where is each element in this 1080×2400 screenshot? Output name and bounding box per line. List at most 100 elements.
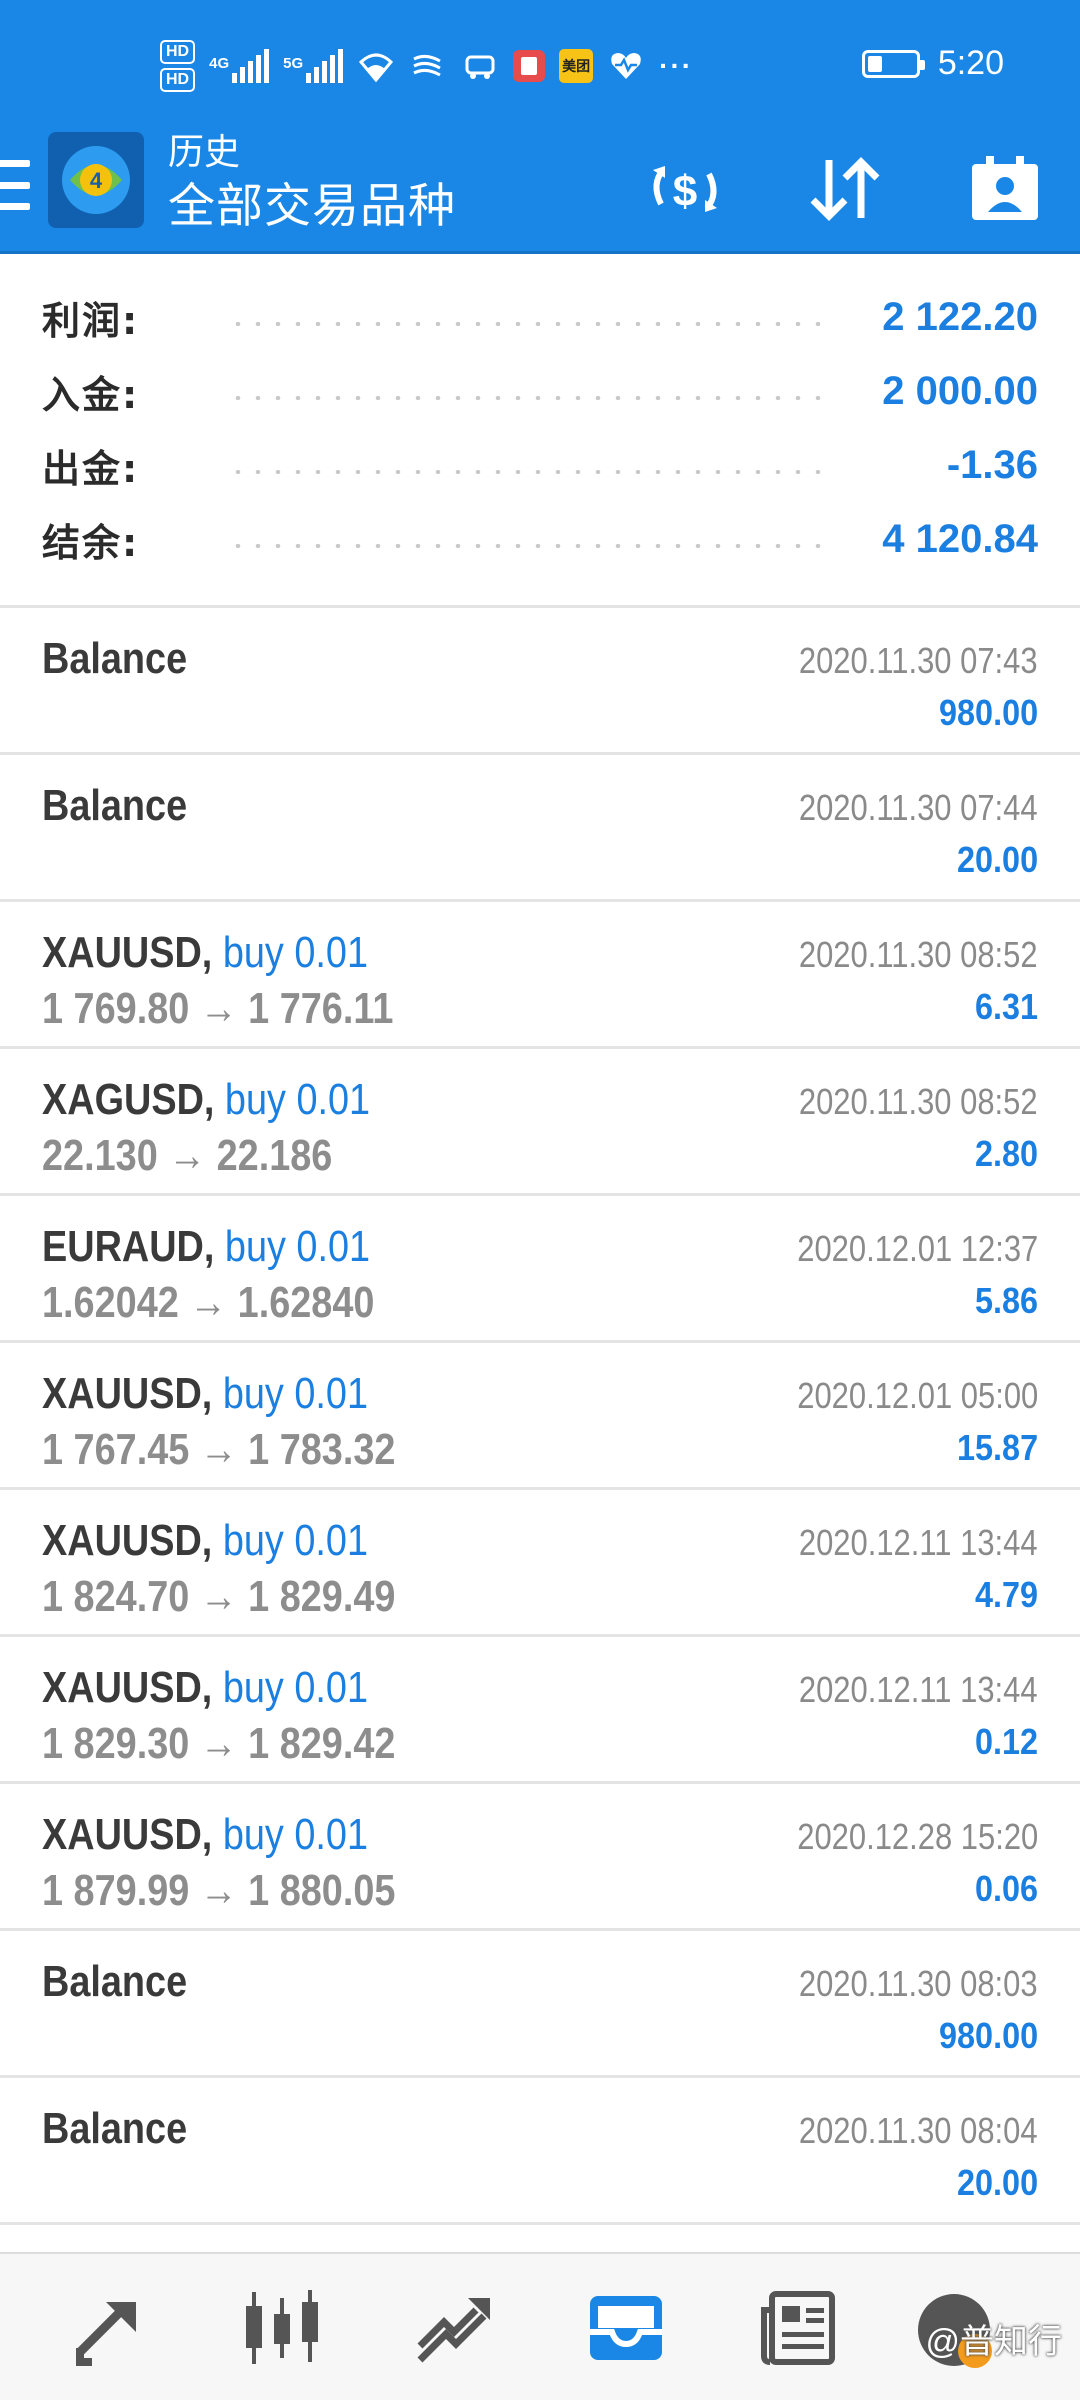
deposit-value: 2 000.00 bbox=[882, 368, 1038, 413]
history-row[interactable]: Balance 2020.11.30 07:44 20.00 bbox=[0, 755, 1080, 902]
balance-value: 4 120.84 bbox=[882, 516, 1038, 561]
signal-5g: 5G bbox=[283, 49, 344, 83]
metatrader-logo-icon[interactable]: 4 bbox=[48, 132, 144, 228]
price-range: 1 829.30 → 1 829.42 bbox=[42, 1719, 396, 1768]
withdrawal-label: 出金: bbox=[42, 446, 140, 491]
trade-side-volume: buy 0.01 bbox=[214, 1075, 371, 1124]
profit-amount: 4.79 bbox=[974, 1574, 1038, 1615]
row-title: XAGUSD, buy 0.01 bbox=[42, 1075, 370, 1125]
profit-value: 2 122.20 bbox=[882, 294, 1038, 339]
history-row[interactable]: XAUUSD, buy 0.01 1 879.99 → 1 880.05 2020.… bbox=[0, 1784, 1080, 1931]
history-row[interactable]: Balance 2020.11.30 08:03 980.00 bbox=[0, 1931, 1080, 2078]
price-range: 22.130 → 22.186 bbox=[42, 1131, 333, 1180]
price-range: 1 767.45 → 1 783.32 bbox=[42, 1425, 396, 1474]
history-row[interactable]: XAUUSD, buy 0.01 1 767.45 → 1 783.32 2020.… bbox=[0, 1343, 1080, 1490]
symbol-label: XAUUSD, bbox=[42, 1516, 213, 1565]
battery-level bbox=[867, 55, 882, 72]
reader-app-icon bbox=[513, 50, 546, 82]
history-icon[interactable] bbox=[576, 2280, 676, 2376]
timestamp: 2020.12.01 05:00 bbox=[796, 1375, 1038, 1416]
timestamp: 2020.12.01 12:37 bbox=[796, 1228, 1038, 1269]
signal-bars-icon bbox=[306, 49, 344, 83]
symbol-label: Balance bbox=[42, 2104, 188, 2153]
row-title: EURAUD, buy 0.01 bbox=[42, 1222, 370, 1272]
deposit-label: 入金: bbox=[42, 372, 140, 417]
leader-dots bbox=[228, 470, 832, 474]
news-icon[interactable] bbox=[748, 2280, 848, 2376]
profit-amount: 2.80 bbox=[974, 1133, 1038, 1174]
row-title: Balance bbox=[42, 781, 187, 831]
trade-side-volume: buy 0.01 bbox=[212, 1369, 368, 1418]
hotspot-icon bbox=[409, 47, 447, 85]
quotes-icon[interactable] bbox=[60, 2280, 160, 2376]
trade-icon[interactable] bbox=[404, 2280, 504, 2376]
status-right: 5:20 bbox=[861, 44, 1004, 83]
wifi-icon bbox=[357, 47, 395, 85]
hd-badge-1: HD bbox=[160, 40, 196, 64]
hd-badge-2: HD bbox=[160, 68, 196, 92]
leader-dots bbox=[228, 544, 832, 548]
sort-icon[interactable] bbox=[800, 144, 890, 234]
app-toolbar: 4 历史 全部交易品种 $ bbox=[0, 128, 1080, 254]
profit-amount: 6.31 bbox=[974, 986, 1038, 1027]
profit-label: 利润: bbox=[42, 298, 140, 343]
trade-side-volume: buy 0.01 bbox=[212, 1516, 368, 1565]
row-title: Balance bbox=[42, 2104, 187, 2154]
period-calendar-icon[interactable] bbox=[960, 144, 1050, 234]
deposit-withdraw-filter-icon[interactable]: $ bbox=[640, 144, 730, 234]
summary-row-deposit: 入金: 2 000.00 bbox=[0, 354, 1080, 428]
price-range: 1 824.70 → 1 829.49 bbox=[42, 1572, 396, 1621]
timestamp: 2020.12.28 15:20 bbox=[796, 1816, 1038, 1857]
price-range: 1 879.99 → 1 880.05 bbox=[42, 1866, 396, 1915]
summary-row-withdrawal: 出金: -1.36 bbox=[0, 428, 1080, 502]
battery-icon bbox=[861, 49, 925, 78]
menu-icon[interactable] bbox=[0, 160, 30, 210]
signal-4g: 4G bbox=[209, 49, 270, 83]
row-title: XAUUSD, buy 0.01 bbox=[42, 1369, 368, 1419]
symbol-label: XAUUSD, bbox=[42, 928, 213, 977]
trade-side-volume: buy 0.01 bbox=[212, 928, 368, 977]
row-title: XAUUSD, buy 0.01 bbox=[42, 928, 368, 978]
history-row[interactable]: XAUUSD, buy 0.01 1 824.70 → 1 829.49 2020.… bbox=[0, 1490, 1080, 1637]
profit-amount: 5.86 bbox=[974, 1280, 1038, 1321]
symbol-label: Balance bbox=[42, 634, 188, 683]
timestamp: 2020.11.30 07:44 bbox=[799, 787, 1038, 828]
timestamp: 2020.11.30 08:03 bbox=[799, 1963, 1038, 2004]
status-bar: HD HD 4G 5G 美团 ··· 5:20 bbox=[0, 0, 1080, 128]
price-range: 1 769.80 → 1 776.11 bbox=[42, 984, 394, 1033]
symbol-label: XAGUSD, bbox=[42, 1075, 215, 1124]
chart-icon[interactable] bbox=[232, 2280, 332, 2376]
history-list: Balance 2020.11.30 07:43 980.00 Balance 2020… bbox=[0, 608, 1080, 2225]
summary-row-balance: 结余: 4 120.84 bbox=[0, 502, 1080, 576]
history-row[interactable]: XAGUSD, buy 0.01 22.130 → 22.186 2020.11.3… bbox=[0, 1049, 1080, 1196]
profit-amount: 0.06 bbox=[974, 1868, 1038, 1909]
trade-side-volume: buy 0.01 bbox=[212, 1663, 368, 1712]
signal-bars-icon bbox=[232, 49, 270, 83]
row-title: XAUUSD, buy 0.01 bbox=[42, 1516, 368, 1566]
timestamp: 2020.11.30 07:43 bbox=[799, 640, 1038, 681]
trade-side-volume: buy 0.01 bbox=[212, 1810, 368, 1859]
symbol-filter[interactable]: 全部交易品种 bbox=[168, 178, 456, 234]
summary-row-profit: 利润: 2 122.20 bbox=[0, 280, 1080, 354]
symbol-label: EURAUD, bbox=[42, 1222, 215, 1271]
history-row[interactable]: XAUUSD, buy 0.01 1 829.30 → 1 829.42 2020.… bbox=[0, 1637, 1080, 1784]
profit-amount: 20.00 bbox=[956, 2162, 1038, 2203]
history-row[interactable]: XAUUSD, buy 0.01 1 769.80 → 1 776.11 2020.… bbox=[0, 902, 1080, 1049]
history-row[interactable]: Balance 2020.11.30 07:43 980.00 bbox=[0, 608, 1080, 755]
health-icon bbox=[607, 47, 645, 85]
summary-panel: 利润: 2 122.20 入金: 2 000.00 出金: -1.36 结余: … bbox=[0, 280, 1080, 576]
svg-text:$: $ bbox=[673, 167, 697, 216]
profit-amount: 15.87 bbox=[956, 1427, 1038, 1468]
balance-label: 结余: bbox=[42, 520, 140, 565]
profit-amount: 980.00 bbox=[938, 2015, 1038, 2056]
row-title: XAUUSD, buy 0.01 bbox=[42, 1663, 368, 1713]
symbol-label: XAUUSD, bbox=[42, 1663, 213, 1712]
more-notifications-icon: ··· bbox=[659, 50, 694, 81]
clock: 5:20 bbox=[937, 44, 1004, 82]
svg-text:4: 4 bbox=[90, 168, 103, 193]
timestamp: 2020.12.11 13:44 bbox=[799, 1669, 1038, 1710]
watermark: @普知行 bbox=[925, 2323, 1062, 2361]
history-row[interactable]: Balance 2020.11.30 08:04 20.00 bbox=[0, 2078, 1080, 2225]
profit-amount: 980.00 bbox=[938, 692, 1038, 733]
history-row[interactable]: EURAUD, buy 0.01 1.62042 → 1.62840 2020.12… bbox=[0, 1196, 1080, 1343]
